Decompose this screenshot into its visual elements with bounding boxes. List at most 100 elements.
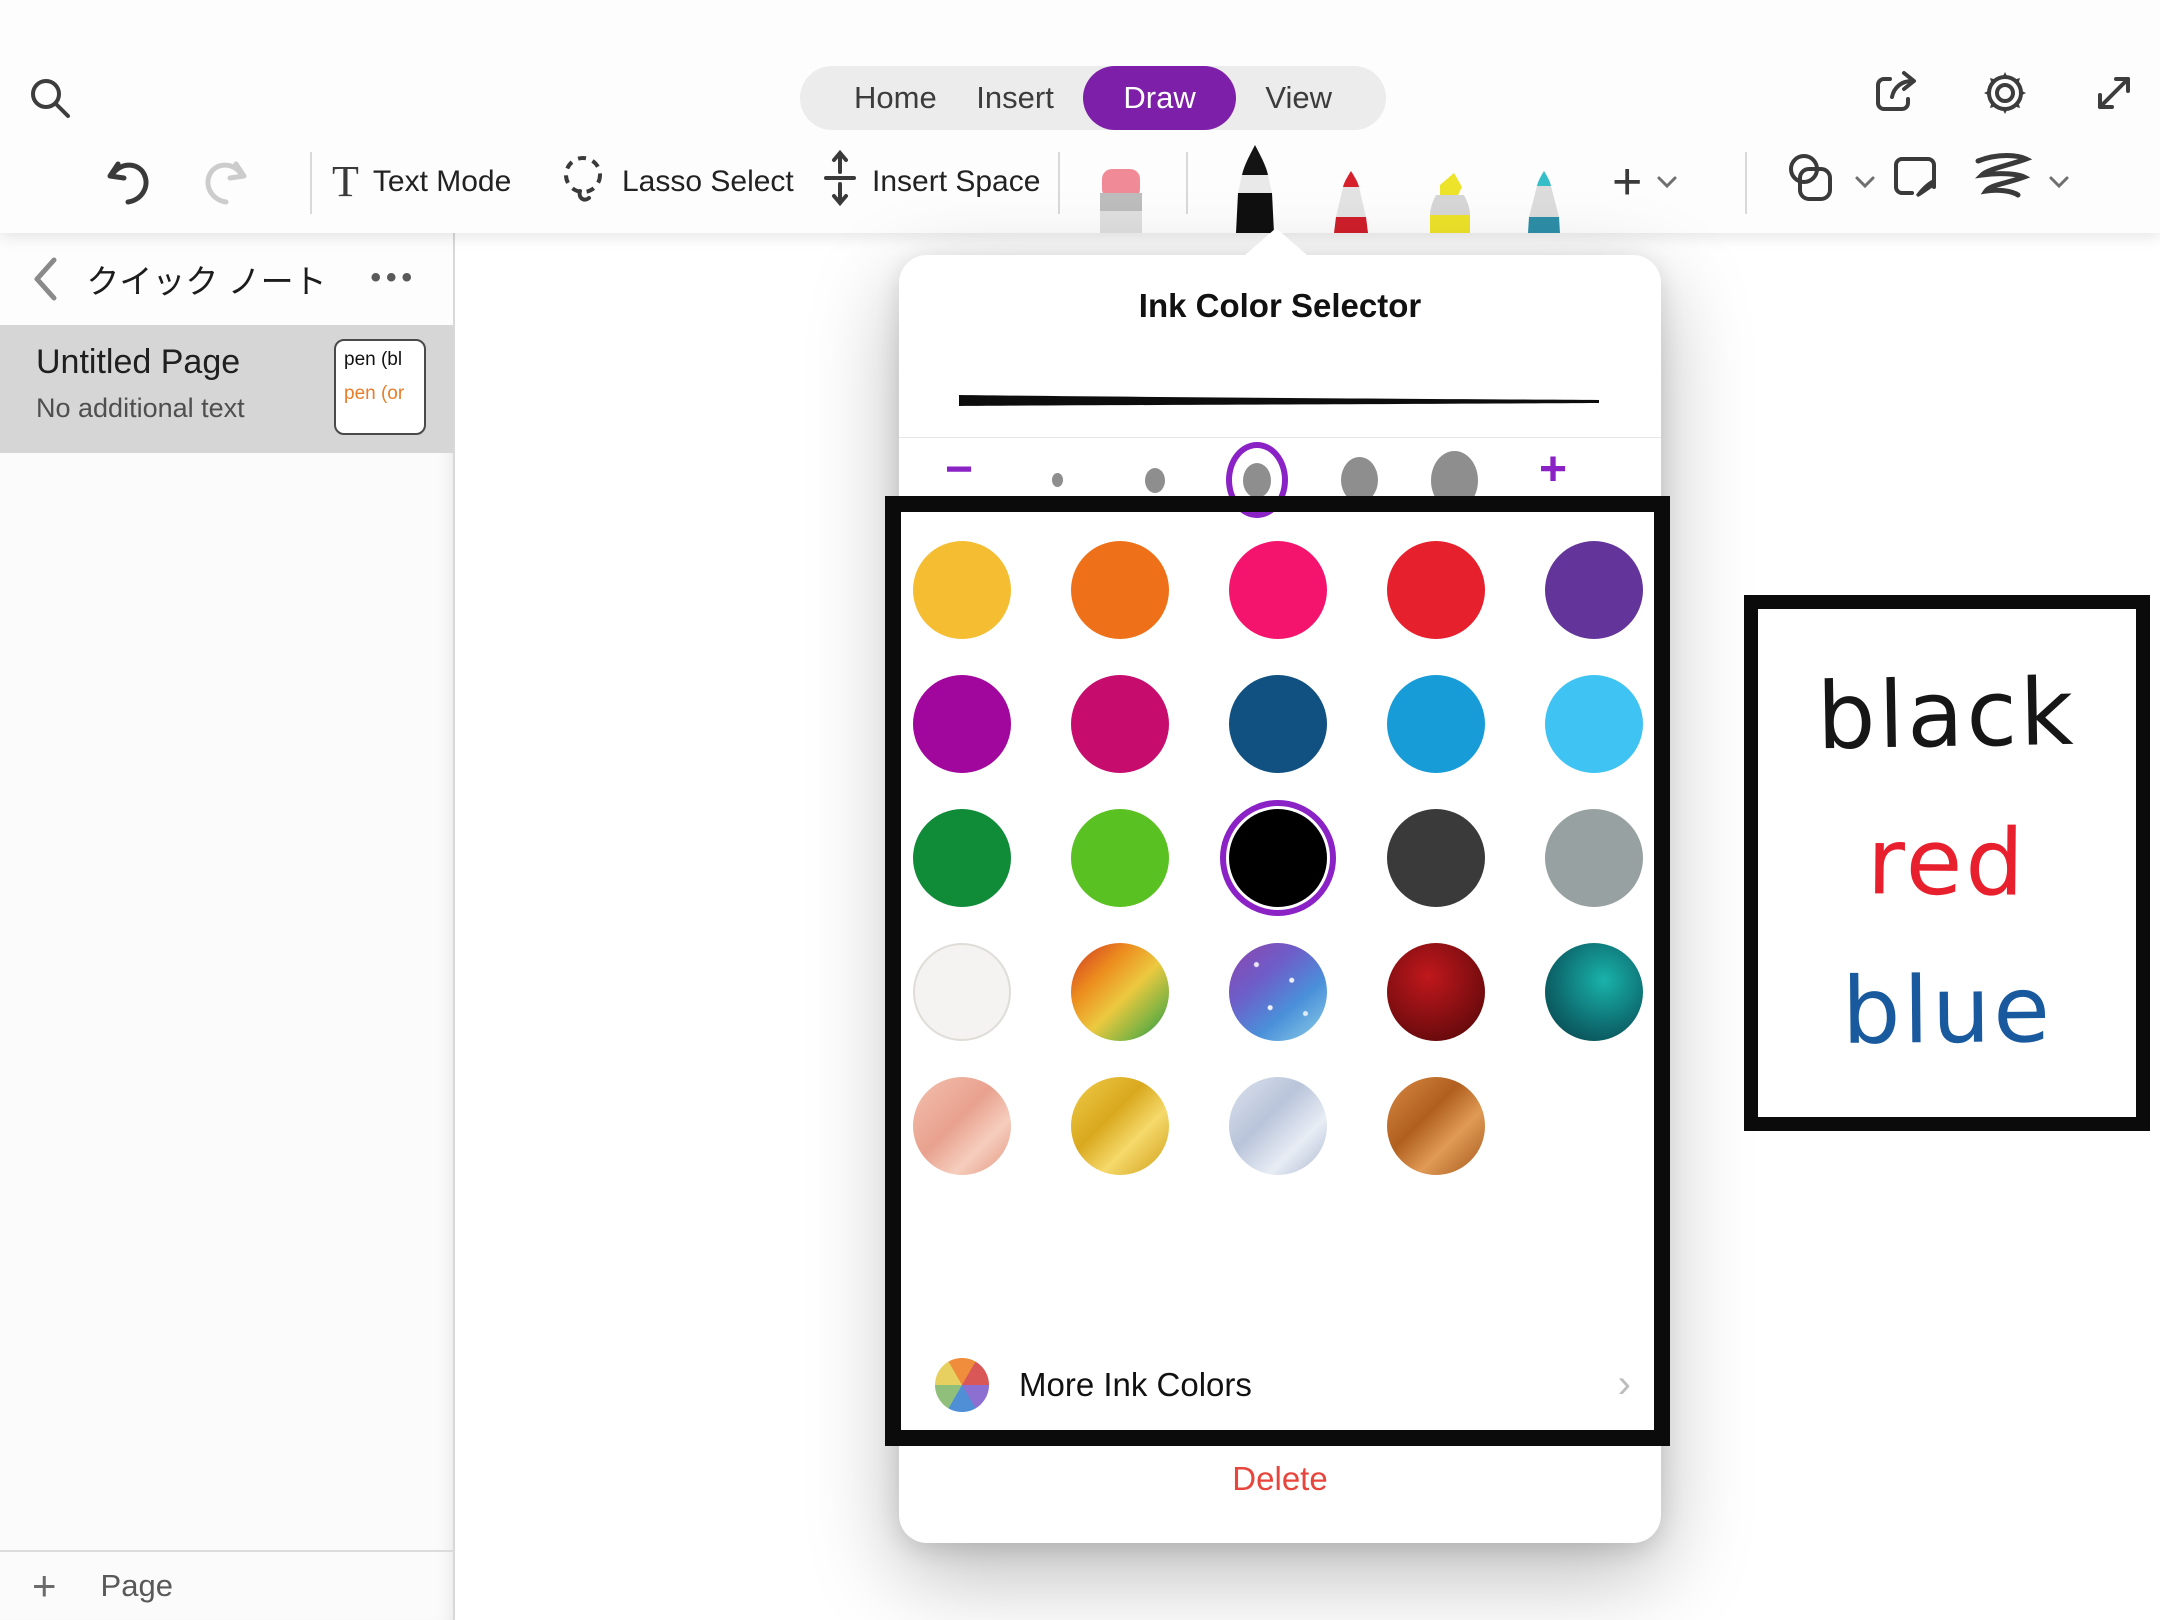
color-swatch-rose-gold[interactable] (913, 1077, 1011, 1175)
search-icon[interactable] (26, 74, 74, 122)
insert-space-label: Insert Space (872, 165, 1040, 199)
ink-color-selector-popup: Ink Color Selector − + More Ink Colors ›… (899, 255, 1661, 1543)
color-swatch-gold-yellow[interactable] (913, 541, 1011, 639)
size-dot (1341, 457, 1378, 503)
text-mode-button[interactable]: T Text Mode (332, 130, 511, 233)
thumb-line-1: pen (bl (344, 349, 424, 371)
stroke-preview (955, 387, 1603, 411)
draw-toolbar: T Text Mode Lasso Select Insert Space (0, 130, 2160, 233)
settings-gear-icon[interactable] (1978, 66, 2032, 120)
insert-space-button[interactable]: Insert Space (822, 130, 1040, 233)
lasso-select-icon (558, 150, 608, 214)
pen-red[interactable] (1328, 171, 1374, 233)
size-dot (1431, 451, 1478, 510)
ink-note-tool-button[interactable] (1888, 130, 1946, 233)
color-swatch-galaxy[interactable] (1229, 943, 1327, 1041)
tab-draw[interactable]: Draw (1083, 66, 1235, 130)
add-pen-button[interactable]: + (1612, 130, 1678, 233)
color-swatch-gray[interactable] (1545, 809, 1643, 907)
color-swatch-purple[interactable] (1545, 541, 1643, 639)
chevron-down-icon (2048, 174, 2070, 190)
stroke-size-option-2[interactable] (1115, 438, 1195, 522)
ink-squiggle-tool-button[interactable] (1972, 130, 2070, 233)
color-swatch-orange[interactable] (1071, 541, 1169, 639)
shapes-tool-button[interactable] (1782, 130, 1876, 233)
ink-note-icon (1888, 149, 1946, 215)
page-list-item-selected[interactable]: Untitled Page No additional text pen (bl… (0, 325, 453, 453)
handwritten-word-red: red (1866, 793, 2027, 932)
add-page-label: Page (101, 1568, 173, 1604)
page-title: Untitled Page (36, 343, 240, 382)
notebook-title: クイック ノート (70, 255, 343, 303)
ink-squiggle-icon (1972, 149, 2034, 215)
color-swatch-silver-blue[interactable] (1229, 1077, 1327, 1175)
color-swatch-raspberry[interactable] (1071, 675, 1169, 773)
color-swatch-dark-red-texture[interactable] (1387, 943, 1485, 1041)
redo-button[interactable] (198, 130, 250, 233)
stroke-size-option-4[interactable] (1319, 438, 1399, 522)
lasso-select-button[interactable]: Lasso Select (558, 130, 794, 233)
color-swatch-cerulean[interactable] (1387, 675, 1485, 773)
ellipsis-menu-icon[interactable]: ••• (370, 261, 417, 295)
ribbon-tab-row: Home Insert Draw View (0, 0, 2160, 130)
highlighter-yellow[interactable] (1424, 171, 1476, 233)
color-grid (913, 541, 1643, 1175)
lasso-select-label: Lasso Select (622, 165, 794, 199)
color-swatch-sky-blue[interactable] (1545, 675, 1643, 773)
size-dot (1052, 473, 1063, 487)
stroke-size-option-1[interactable] (1017, 438, 1097, 522)
toolbar-divider (1186, 152, 1188, 214)
color-swatch-black[interactable] (1229, 809, 1327, 907)
color-swatch-gold-metallic[interactable] (1071, 1077, 1169, 1175)
expand-icon[interactable] (2088, 67, 2140, 119)
stroke-size-row: − + (899, 438, 1661, 522)
top-bar: Home Insert Draw View (0, 0, 2160, 233)
pencil-teal[interactable] (1522, 171, 1566, 233)
plus-icon: + (32, 1562, 57, 1610)
color-swatch-red[interactable] (1387, 541, 1485, 639)
insert-space-icon (822, 148, 858, 216)
tab-home[interactable]: Home (844, 66, 947, 130)
chevron-right-icon: › (1618, 1362, 1631, 1407)
eraser-tool[interactable] (1096, 167, 1146, 233)
undo-button[interactable] (104, 130, 156, 233)
page-sidebar: クイック ノート ••• Untitled Page No additional… (0, 233, 455, 1620)
toolbar-divider (1058, 152, 1060, 214)
size-increase-button[interactable]: + (1539, 446, 1567, 494)
popup-title: Ink Color Selector (899, 287, 1661, 325)
chevron-down-icon (1656, 174, 1678, 190)
tab-view[interactable]: View (1255, 66, 1342, 130)
text-mode-label: Text Mode (373, 165, 511, 199)
selected-size-ring (1226, 442, 1288, 518)
toolbar-divider (310, 152, 312, 214)
color-swatch-copper[interactable] (1387, 1077, 1485, 1175)
stroke-size-option-5[interactable] (1414, 438, 1494, 522)
color-swatch-light-green[interactable] (1071, 809, 1169, 907)
size-dot (1145, 468, 1165, 493)
sidebar-header: クイック ノート ••• (0, 233, 453, 325)
ribbon-tabs: Home Insert Draw View (800, 66, 1386, 130)
delete-pen-button[interactable]: Delete (899, 1460, 1661, 1498)
tab-insert[interactable]: Insert (966, 66, 1064, 130)
add-page-button[interactable]: + Page (0, 1550, 453, 1620)
stroke-size-option-3[interactable] (1217, 438, 1297, 522)
back-chevron-icon[interactable] (30, 255, 70, 303)
plus-icon: + (1612, 152, 1642, 212)
color-swatch-violet[interactable] (913, 675, 1011, 773)
handwritten-word-black: black (1816, 644, 2078, 787)
color-swatch-white[interactable] (913, 943, 1011, 1041)
color-swatch-dark-blue[interactable] (1229, 675, 1327, 773)
page-subtitle: No additional text (36, 393, 245, 424)
more-ink-colors-button[interactable]: More Ink Colors › (899, 1350, 1661, 1422)
shapes-icon (1782, 149, 1840, 215)
pen-black-selected[interactable] (1224, 145, 1286, 233)
color-swatch-green[interactable] (913, 809, 1011, 907)
color-swatch-pink[interactable] (1229, 541, 1327, 639)
color-swatch-teal-texture[interactable] (1545, 943, 1643, 1041)
handwriting-box: black red blue (1744, 595, 2150, 1131)
color-swatch-rainbow-glitter[interactable] (1071, 943, 1169, 1041)
color-swatch-dark-gray[interactable] (1387, 809, 1485, 907)
chevron-down-icon (1854, 174, 1876, 190)
thumb-line-2: pen (or (344, 383, 424, 405)
share-icon[interactable] (1870, 67, 1922, 119)
